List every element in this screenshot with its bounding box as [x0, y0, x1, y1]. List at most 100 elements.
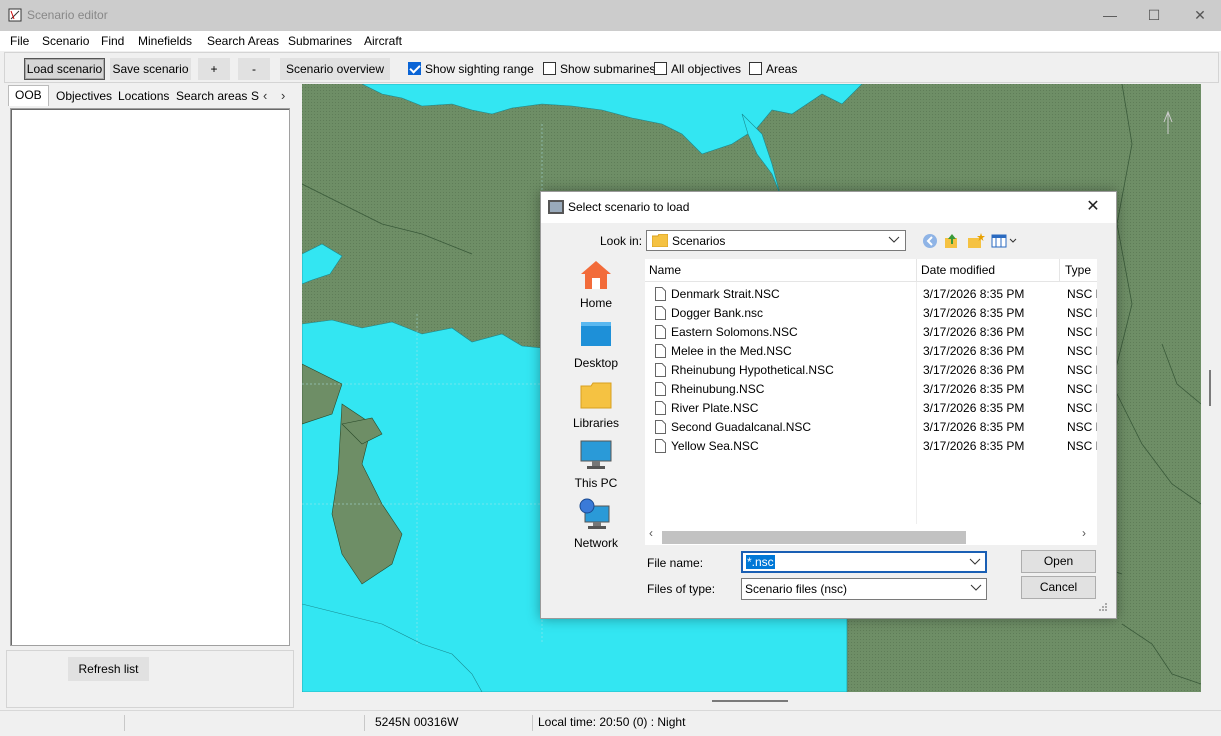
file-type: NSC F	[1067, 382, 1097, 396]
file-row[interactable]: Rheinubung Hypothetical.NSC 3/17/2026 8:3…	[645, 361, 1097, 380]
show-submarines-checkbox[interactable]: Show submarines	[543, 62, 655, 78]
file-icon	[655, 420, 666, 434]
dialog-title: Select scenario to load	[568, 200, 690, 214]
load-scenario-button[interactable]: Load scenario	[24, 58, 105, 80]
place-home[interactable]: Home	[560, 254, 632, 312]
file-row[interactable]: Denmark Strait.NSC 3/17/2026 8:35 PM NSC F	[645, 285, 1097, 304]
file-name: Denmark Strait.NSC	[671, 287, 780, 301]
place-desktop[interactable]: Desktop	[560, 314, 632, 372]
file-icon	[655, 363, 666, 377]
column-name[interactable]: Name	[649, 263, 681, 277]
status-separator	[364, 715, 365, 731]
menu-minefields[interactable]: Minefields	[138, 34, 192, 48]
file-row[interactable]: Dogger Bank.nsc 3/17/2026 8:35 PM NSC F	[645, 304, 1097, 323]
tab-scroll-left-icon[interactable]: ‹	[263, 88, 267, 103]
file-type: NSC F	[1067, 401, 1097, 415]
look-in-dropdown[interactable]: Scenarios	[646, 230, 906, 251]
menu-file[interactable]: File	[10, 34, 29, 48]
file-date: 3/17/2026 8:35 PM	[923, 382, 1025, 396]
areas-checkbox[interactable]: Areas	[749, 62, 797, 78]
file-type: NSC F	[1067, 325, 1097, 339]
file-date: 3/17/2026 8:35 PM	[923, 401, 1025, 415]
file-name-input[interactable]: *.nsc	[741, 551, 987, 573]
scroll-right-icon[interactable]: ›	[1082, 526, 1086, 540]
place-libraries[interactable]: Libraries	[560, 374, 632, 432]
desktop-icon	[581, 322, 611, 346]
file-row[interactable]: Melee in the Med.NSC 3/17/2026 8:36 PM NSC…	[645, 342, 1097, 361]
file-type-select[interactable]: Scenario files (nsc)	[741, 578, 987, 600]
place-this-pc[interactable]: This PC	[560, 434, 632, 492]
up-folder-icon[interactable]	[943, 232, 961, 250]
back-icon[interactable]	[921, 232, 939, 250]
zoom-out-button[interactable]: -	[238, 58, 270, 80]
tab-scroll-right-icon[interactable]: ›	[281, 88, 285, 103]
place-network[interactable]: Network	[560, 494, 632, 552]
left-panel-footer	[6, 650, 294, 708]
column-divider[interactable]	[916, 259, 917, 282]
all-objectives-checkbox[interactable]: All objectives	[654, 62, 741, 78]
title-bar: Scenario editor — ☐ ✕	[0, 0, 1221, 31]
file-icon	[655, 439, 666, 453]
file-row[interactable]: Rheinubung.NSC 3/17/2026 8:35 PM NSC F	[645, 380, 1097, 399]
tab-search-areas[interactable]: Search areas	[176, 87, 247, 106]
open-button[interactable]: Open	[1021, 550, 1096, 573]
status-separator	[124, 715, 125, 731]
cancel-button[interactable]: Cancel	[1021, 576, 1096, 599]
menu-submarines[interactable]: Submarines	[288, 34, 352, 48]
save-scenario-button[interactable]: Save scenario	[110, 58, 191, 80]
open-file-dialog: Select scenario to load ✕ Look in: Scena…	[540, 191, 1117, 619]
checkbox-checked-icon	[408, 62, 421, 75]
file-list-header: Name Date modified Type	[645, 259, 1097, 282]
left-panel: OOB Objectives Locations Search areas S …	[4, 84, 294, 710]
new-folder-icon[interactable]	[967, 232, 985, 250]
zoom-in-button[interactable]: +	[198, 58, 230, 80]
tab-locations[interactable]: Locations	[118, 87, 169, 106]
file-list-scrollbar[interactable]: ‹ ›	[645, 524, 1097, 545]
file-list[interactable]: Name Date modified Type Denmark Strait.N…	[645, 259, 1097, 545]
column-divider[interactable]	[1059, 259, 1060, 282]
menu-aircraft[interactable]: Aircraft	[364, 34, 402, 48]
file-name: Rheinubung Hypothetical.NSC	[671, 363, 834, 377]
chevron-down-icon[interactable]	[969, 556, 981, 568]
network-icon	[579, 498, 610, 529]
close-window-button[interactable]: ✕	[1177, 0, 1221, 31]
file-row[interactable]: Yellow Sea.NSC 3/17/2026 8:35 PM NSC F	[645, 437, 1097, 456]
minimize-button[interactable]: —	[1087, 0, 1133, 31]
chevron-down-icon	[970, 584, 982, 591]
oob-list[interactable]	[10, 108, 290, 646]
map-horizontal-scrollbar[interactable]	[302, 692, 1201, 708]
refresh-list-button[interactable]: Refresh list	[68, 657, 149, 681]
map-vertical-scrollbar[interactable]	[1201, 84, 1219, 692]
column-date-modified[interactable]: Date modified	[921, 263, 995, 277]
file-name: Rheinubung.NSC	[671, 382, 765, 396]
menu-scenario[interactable]: Scenario	[42, 34, 89, 48]
app-icon	[8, 8, 22, 22]
scroll-thumb[interactable]	[662, 531, 966, 544]
tab-objectives[interactable]: Objectives	[56, 87, 112, 106]
file-row[interactable]: Eastern Solomons.NSC 3/17/2026 8:36 PM NSC…	[645, 323, 1097, 342]
toolbar: Load scenario Save scenario + - Scenario…	[4, 52, 1219, 83]
dialog-title-bar: Select scenario to load ✕	[541, 192, 1116, 223]
scenario-overview-button[interactable]: Scenario overview	[280, 58, 390, 80]
left-tabs: OOB Objectives Locations Search areas S …	[8, 85, 294, 106]
file-name-label: File name:	[647, 556, 704, 570]
resize-grip-icon[interactable]	[1098, 602, 1108, 612]
file-row[interactable]: River Plate.NSC 3/17/2026 8:35 PM NSC F	[645, 399, 1097, 418]
scroll-left-icon[interactable]: ‹	[649, 526, 653, 540]
view-menu-icon[interactable]	[991, 232, 1019, 250]
column-type[interactable]: Type	[1065, 263, 1091, 277]
tab-more[interactable]: S	[251, 87, 259, 106]
menu-search-areas[interactable]: Search Areas	[207, 34, 279, 48]
file-icon	[655, 382, 666, 396]
dialog-close-button[interactable]: ✕	[1079, 197, 1107, 219]
show-sighting-range-checkbox[interactable]: Show sighting range	[408, 62, 534, 78]
file-row[interactable]: Second Guadalcanal.NSC 3/17/2026 8:35 PM N…	[645, 418, 1097, 437]
file-type: NSC F	[1067, 306, 1097, 320]
folder-icon	[652, 234, 668, 247]
menu-find[interactable]: Find	[101, 34, 124, 48]
scroll-thumb[interactable]	[1209, 370, 1211, 406]
file-type: NSC F	[1067, 287, 1097, 301]
tab-oob[interactable]: OOB	[8, 85, 49, 106]
maximize-button[interactable]: ☐	[1131, 0, 1177, 31]
scroll-thumb[interactable]	[712, 700, 788, 702]
